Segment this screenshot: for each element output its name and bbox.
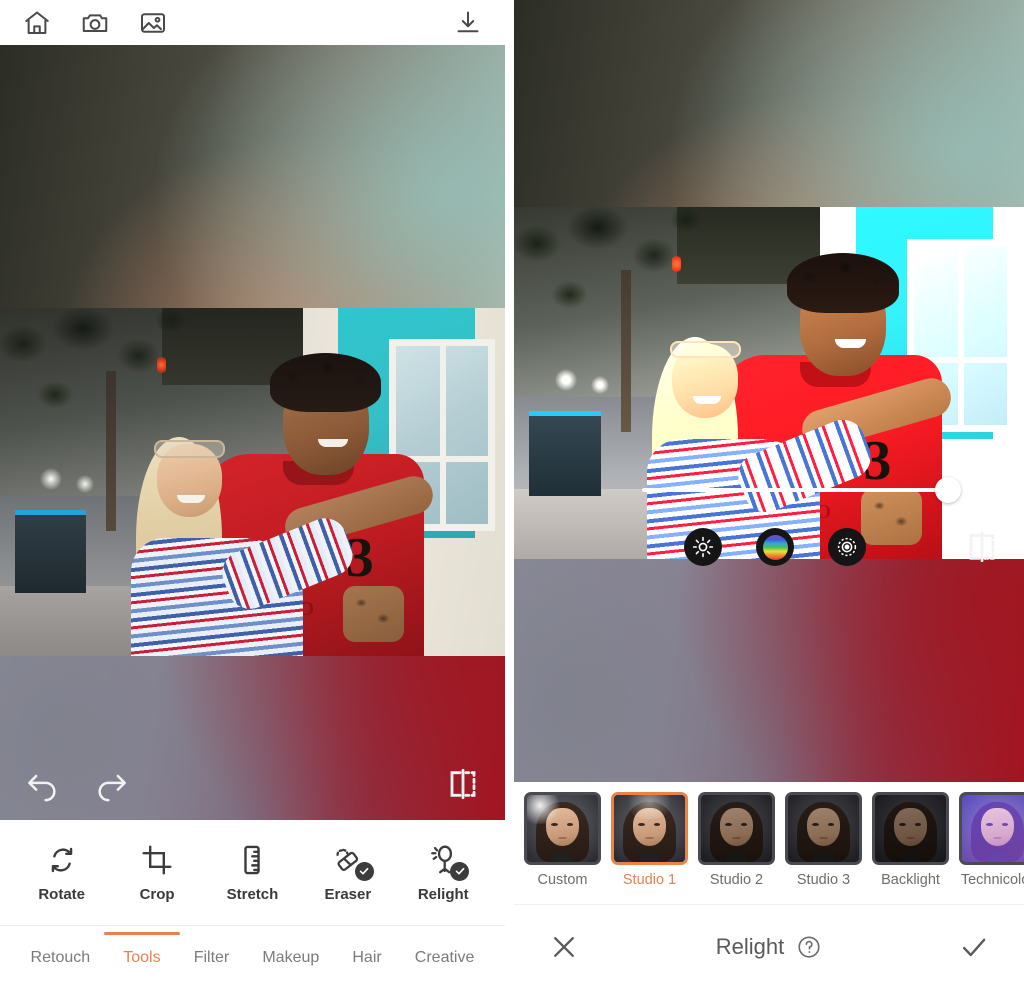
- tool-label: Eraser: [324, 885, 372, 903]
- eraser-icon: [331, 843, 374, 881]
- slider-thumb[interactable]: [935, 477, 961, 503]
- preset-thumbnail: [524, 792, 601, 865]
- compare-icon[interactable]: [443, 764, 483, 804]
- tool-relight[interactable]: Relight: [400, 843, 486, 903]
- relight-footer: Relight: [514, 904, 1024, 989]
- preset-label: Custom: [537, 872, 588, 888]
- preset-backlight[interactable]: Backlight: [872, 792, 949, 888]
- tool-label: Stretch: [226, 885, 279, 903]
- preset-label: Studio 3: [796, 872, 851, 888]
- tab-creative[interactable]: Creative: [411, 933, 479, 983]
- panel-title: Relight: [715, 934, 785, 959]
- download-icon[interactable]: [453, 8, 483, 38]
- redo-icon[interactable]: [92, 764, 132, 804]
- tools-strip: Rotate Crop Stretch Eraser Relight: [0, 820, 505, 925]
- photo-preview-original: 3 AO: [0, 308, 505, 656]
- preset-label: Technicolor: [960, 872, 1024, 888]
- applied-badge: [354, 861, 374, 881]
- preset-label: Studio 1: [622, 872, 677, 888]
- home-icon[interactable]: [22, 8, 52, 38]
- preset-studio-1[interactable]: Studio 1: [611, 792, 688, 888]
- tool-label: Crop: [139, 885, 175, 903]
- preset-studio-2[interactable]: Studio 2: [698, 792, 775, 888]
- preset-thumbnail: [785, 792, 862, 865]
- tab-hair[interactable]: Hair: [348, 933, 385, 983]
- preset-studio-3[interactable]: Studio 3: [785, 792, 862, 888]
- relight-icon: [426, 843, 470, 881]
- relight-intensity-slider[interactable]: [514, 470, 1024, 510]
- relight-screen: 3 AO: [514, 0, 1024, 989]
- preset-thumbnail: [959, 792, 1024, 865]
- tool-crop[interactable]: Crop: [114, 843, 200, 903]
- camera-icon[interactable]: [80, 8, 110, 38]
- image-canvas-relight[interactable]: 3 AO: [514, 0, 1024, 782]
- preset-thumbnail: [611, 792, 688, 865]
- tab-retouch[interactable]: Retouch: [27, 933, 95, 983]
- rotate-icon: [45, 843, 79, 877]
- preset-label: Studio 2: [709, 872, 764, 888]
- panel-divider: [505, 0, 514, 989]
- slider-track[interactable]: [642, 477, 1002, 503]
- canvas-control-bar: [0, 748, 505, 820]
- light-shape-mode-button[interactable]: [828, 528, 866, 566]
- editor-main-screen: 3 AO: [0, 0, 505, 989]
- brightness-mode-button[interactable]: [684, 528, 722, 566]
- preset-custom[interactable]: Custom: [524, 792, 601, 888]
- tab-tools[interactable]: Tools: [119, 933, 164, 983]
- gallery-icon[interactable]: [138, 8, 168, 38]
- check-icon[interactable]: [958, 931, 990, 963]
- close-icon[interactable]: [548, 931, 580, 963]
- category-tabs: Retouch Tools Filter Makeup Hair Creativ…: [0, 925, 505, 989]
- stretch-icon: [235, 843, 269, 877]
- tab-filter[interactable]: Filter: [190, 933, 234, 983]
- tool-stretch[interactable]: Stretch: [209, 843, 295, 903]
- dual-screenshot-composite: 3 AO: [0, 0, 1024, 989]
- preset-label: Backlight: [881, 872, 940, 888]
- tab-makeup[interactable]: Makeup: [258, 933, 323, 983]
- relight-preset-list[interactable]: Custom Studio 1 Studio 2 Studio 3 Backli…: [514, 782, 1024, 904]
- image-canvas-original[interactable]: 3 AO: [0, 45, 505, 820]
- tool-rotate[interactable]: Rotate: [19, 843, 105, 903]
- relight-title-group: Relight: [716, 934, 822, 960]
- relight-mode-bar: [514, 518, 1024, 576]
- preset-technicolor[interactable]: Technicolor: [959, 792, 1024, 888]
- applied-badge: [450, 861, 470, 881]
- tool-label: Rotate: [38, 885, 86, 903]
- tool-eraser[interactable]: Eraser: [305, 843, 391, 903]
- preset-thumbnail: [872, 792, 949, 865]
- tool-label: Relight: [417, 885, 469, 903]
- help-icon[interactable]: [796, 934, 822, 960]
- top-toolbar: [0, 0, 505, 45]
- color-mode-button[interactable]: [756, 528, 794, 566]
- compare-icon[interactable]: [962, 527, 1002, 567]
- color-wheel-icon: [762, 534, 788, 560]
- crop-icon: [140, 843, 174, 877]
- preset-thumbnail: [698, 792, 775, 865]
- undo-icon[interactable]: [22, 764, 62, 804]
